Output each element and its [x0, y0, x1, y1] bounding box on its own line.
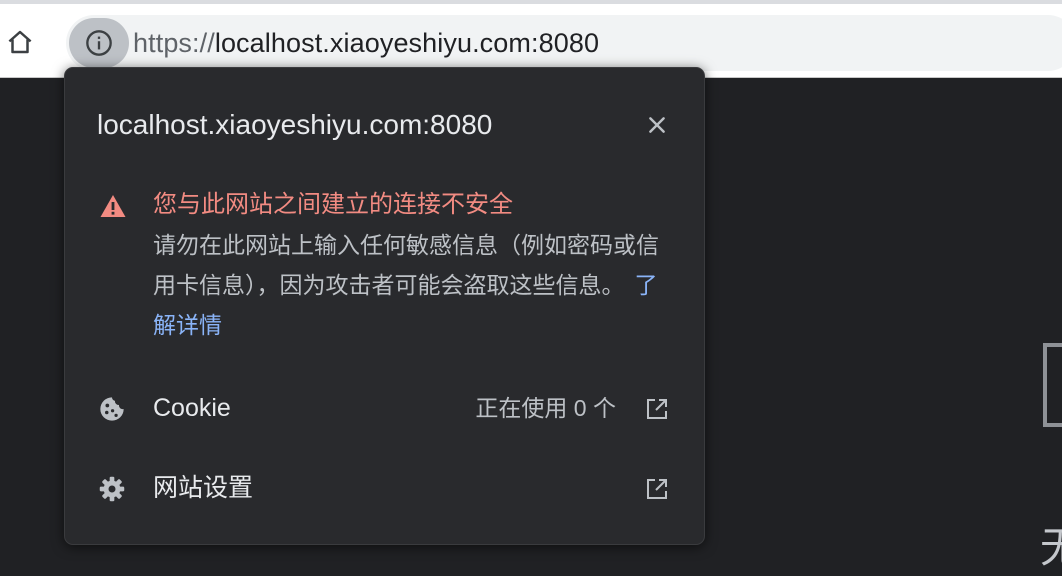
- connection-warning-title: 您与此网站之间建立的连接不安全: [153, 191, 513, 218]
- address-bar[interactable]: https://localhost.xiaoyeshiyu.com:8080: [66, 15, 1062, 71]
- site-settings-label: 网站设置: [153, 474, 254, 502]
- home-icon: [8, 30, 32, 54]
- popup-site-host: localhost.xiaoyeshiyu.com:8080: [97, 109, 493, 140]
- external-link-icon: [647, 399, 667, 419]
- url-host: localhost.xiaoyeshiyu.com:8080: [214, 28, 600, 58]
- cookie-status: 正在使用 0 个: [475, 395, 616, 421]
- info-icon: [86, 30, 112, 56]
- home-button[interactable]: [4, 26, 36, 58]
- warning-description-text: 请勿在此网站上输入任何敏感信息（例如密码或信用卡信息），因为攻击者可能会盗取这些…: [153, 232, 659, 298]
- url-text[interactable]: https://localhost.xiaoyeshiyu.com:8080: [133, 26, 599, 60]
- close-icon: [649, 117, 665, 133]
- page-content-fragment: [1043, 343, 1062, 427]
- connection-warning-description: 请勿在此网站上输入任何敏感信息（例如密码或信用卡信息），因为攻击者可能会盗取这些…: [153, 225, 673, 345]
- external-link-icon: [647, 479, 667, 499]
- gear-icon: [99, 476, 125, 502]
- url-scheme: https://: [133, 28, 215, 58]
- cookie-row[interactable]: Cookie 正在使用 0 个: [65, 374, 706, 444]
- close-button[interactable]: [642, 110, 672, 140]
- site-settings-row[interactable]: 网站设置: [65, 454, 706, 524]
- page-content-char: 无: [1040, 523, 1062, 572]
- site-info-popup: localhost.xiaoyeshiyu.com:8080 您与此网站之间建立…: [64, 67, 705, 545]
- warning-icon: [100, 195, 126, 217]
- site-info-button[interactable]: [69, 18, 129, 68]
- cookie-label: Cookie: [153, 394, 231, 422]
- cookie-icon: [100, 397, 124, 421]
